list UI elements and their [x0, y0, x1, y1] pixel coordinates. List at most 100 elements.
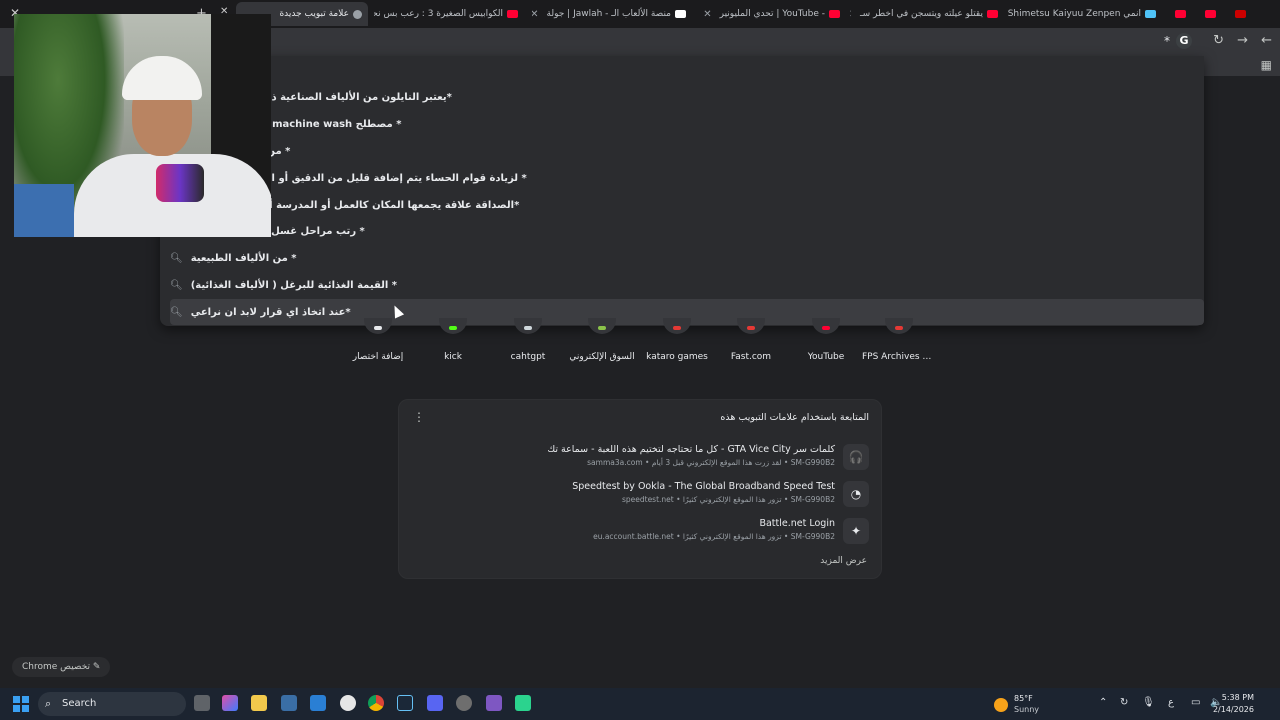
search-icon: 🔍︎	[170, 279, 183, 291]
suggestion-item[interactable]: 🔍︎*الصداقة علاقة يجمعها المكان كالعمل أو…	[170, 192, 1204, 218]
tab-youtube-pinned[interactable]	[1230, 2, 1252, 26]
mail-icon[interactable]	[310, 695, 326, 711]
google-icon: G	[1176, 33, 1192, 49]
tab-anime[interactable]: Shimetsu Kaiyuu Zenpen انمي ✕	[1008, 2, 1162, 26]
steam-icon[interactable]	[397, 695, 413, 711]
shortcut-label: إضافة اختصار	[352, 352, 404, 362]
omnibox-input[interactable]: *	[1164, 34, 1170, 48]
shortcut-tile[interactable]: kick	[416, 318, 490, 362]
continue-tab-item[interactable]: 🎧 كلمات سر GTA Vice City - كل ما تحتاجه ل…	[409, 440, 869, 474]
weather-widget[interactable]: 85°F Sunny	[994, 692, 1074, 716]
continue-tabs-card: ⋮ المتابعة باستخدام علامات التبويب هذه 🎧…	[398, 399, 882, 579]
apps-grid-icon[interactable]: ▦	[1261, 58, 1272, 72]
item-title: Battle.net Login	[759, 518, 835, 529]
shortcut-favicon-icon	[663, 318, 691, 334]
youtube-icon	[829, 10, 840, 18]
shortcut-label: kataro games	[646, 352, 708, 362]
windows-start-icon[interactable]	[13, 696, 29, 712]
weather-temp: 85°F	[1014, 694, 1033, 703]
shortcut-tile[interactable]: إضافة اختصار	[341, 318, 415, 362]
microphone-icon[interactable]: 🎙	[1142, 697, 1155, 708]
webcam-overlay	[14, 14, 271, 237]
suggestion-item[interactable]: 🔍︎ * من الألياف الطبيعية	[170, 246, 1204, 272]
continue-tab-item[interactable]: ✦ Battle.net Login SM-G990B2 • تزور هذا ال…	[409, 514, 869, 548]
tab-youtube-nightmares[interactable]: الكوابيس الصغيرة 3 : رعب بس نحـ ✕	[374, 2, 524, 26]
item-subtitle: SM-G990B2 • تزور هذا الموقع الإلكتروني ك…	[621, 495, 835, 504]
card-title: المتابعة باستخدام علامات التبويب هذه	[720, 412, 869, 423]
back-icon[interactable]: ←	[1261, 33, 1272, 48]
clock-date: 2/14/2026	[1212, 705, 1254, 714]
task-view-icon[interactable]	[194, 695, 210, 711]
gamepad-icon[interactable]	[486, 695, 502, 711]
shortcut-tile[interactable]: Fast.com	[714, 318, 788, 362]
youtube-icon	[1175, 10, 1186, 18]
tab-close-icon[interactable]: ✕	[850, 9, 852, 20]
language-indicator[interactable]: ع	[1168, 697, 1174, 708]
chrome-icon	[353, 9, 362, 19]
search-google-suggestion[interactable]: 🔍︎* - بحث Google	[170, 58, 1204, 84]
shortcut-tile[interactable]: السوق الإلكتروني	[565, 318, 639, 362]
customize-chrome-button[interactable]: Chrome تخصيص ✎	[12, 657, 111, 677]
tab-youtube-pinned[interactable]	[1170, 2, 1192, 26]
shortcut-favicon-icon	[737, 318, 765, 334]
discord-icon[interactable]	[427, 695, 443, 711]
shortcut-favicon-icon	[812, 318, 840, 334]
continue-tab-item[interactable]: ◔ Speedtest by Ookla - The Global Broadba…	[409, 477, 869, 511]
show-more-link[interactable]: عرض المزيد	[820, 556, 867, 566]
tab-close-icon[interactable]: ✕	[532, 9, 539, 20]
tab-title: Shimetsu Kaiyuu Zenpen انمي	[1008, 9, 1141, 19]
suggestion-item[interactable]: 🔍︎*يعتبر النايلون من الألياف الصناعية ذا…	[170, 85, 1204, 111]
chrome-taskbar-icon[interactable]	[368, 695, 384, 711]
suggestion-text: *عند اتخاذ اي قرار لابد ان نراعي	[190, 306, 351, 318]
shortcut-favicon-icon	[364, 318, 392, 334]
card-menu-icon[interactable]: ⋮	[413, 410, 425, 424]
network-icon[interactable]: ▭	[1191, 697, 1200, 708]
suggestion-item[interactable]: 🔍︎* لزيادة قوام الحساء يتم إضافة قليل من…	[170, 165, 1204, 191]
sync-icon[interactable]: ↻	[1120, 697, 1128, 708]
shortcut-tile[interactable]: YouTube	[789, 318, 863, 362]
search-icon: 🔍︎	[170, 253, 183, 265]
forward-icon[interactable]: →	[1237, 33, 1248, 48]
streamer-cap	[122, 56, 202, 100]
suggestion-item[interactable]: 🔍︎* مصطلح machine wash يعني غسيل آلي	[170, 112, 1204, 138]
clock[interactable]: 5:38 PM 2/14/2026	[1213, 692, 1254, 716]
tab-close-icon[interactable]: ✕	[704, 9, 712, 20]
tab-millionaire[interactable]: تحدي المليونير | YouTube - ✕	[704, 2, 846, 26]
suggestion-item[interactable]: 🔍︎* رتب مراحل غسل الملابس البيضاء	[170, 219, 1204, 245]
omnibox-suggestions: 🔍︎* - بحث Google🔍︎*يعتبر النايلون من الأ…	[160, 56, 1204, 326]
search-icon: ⌕	[45, 697, 52, 710]
shortcut-label: Fast.com	[730, 352, 772, 362]
tab-youtube-pinned[interactable]	[1200, 2, 1222, 26]
suggestion-item[interactable]: 🔍︎* من خصائص الوقت	[170, 138, 1204, 164]
shortcut-favicon-icon	[514, 318, 542, 334]
tab-title: علامة تبويب جديدة	[279, 9, 349, 19]
reload-icon[interactable]: ↻	[1213, 33, 1224, 48]
tab-title: الكوابيس الصغيرة 3 : رعب بس نحـ	[374, 9, 503, 19]
settings-icon[interactable]	[340, 695, 356, 711]
obs-icon[interactable]	[456, 695, 472, 711]
shortcut-favicon-icon	[885, 318, 913, 334]
shortcut-label: cahtgpt	[510, 352, 546, 362]
tab-title: يقتلو عيلته ويتسجن في اخطر سـ	[860, 9, 983, 19]
suggestion-text: * من الألياف الطبيعية	[190, 253, 297, 265]
youtube-icon	[1235, 10, 1246, 18]
shortcut-label: kick	[444, 352, 462, 362]
search-icon: 🔍︎	[170, 306, 183, 318]
store-icon[interactable]	[281, 695, 297, 711]
customize-label: Chrome تخصيص	[22, 662, 91, 672]
desk-gear	[14, 184, 74, 237]
streamlabs-icon[interactable]	[515, 695, 531, 711]
item-subtitle: SM-G990B2 • تزور هذا الموقع الإلكتروني ك…	[593, 532, 835, 541]
shortcut-label: السوق الإلكتروني	[569, 352, 635, 362]
file-explorer-icon[interactable]	[251, 695, 267, 711]
taskbar-search[interactable]: ⌕ Search	[38, 692, 186, 716]
shortcut-tile[interactable]: FPS Archives « ...	[862, 318, 936, 362]
tab-jawlah[interactable]: جولة | Jawlah - منصة الألعاب الـ ✕	[532, 2, 692, 26]
suggestion-item[interactable]: 🔍︎ * القيمة الغذائية للبرغل ( الألياف الغ…	[170, 272, 1204, 298]
shortcut-tile[interactable]: cahtgpt	[491, 318, 565, 362]
shortcut-favicon-icon	[439, 318, 467, 334]
chevron-up-icon[interactable]: ⌃	[1099, 697, 1107, 708]
copilot-icon[interactable]	[222, 695, 238, 711]
tab-prison[interactable]: يقتلو عيلته ويتسجن في اخطر سـ ✕	[850, 2, 1004, 26]
shortcut-tile[interactable]: kataro games	[640, 318, 714, 362]
